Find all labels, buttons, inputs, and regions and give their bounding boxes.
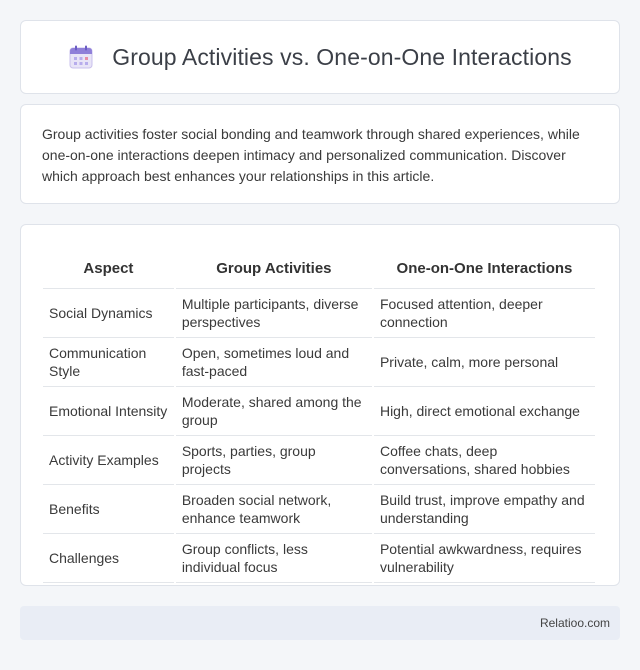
- calendar-icon: [69, 45, 93, 69]
- table-cell: High, direct emotional exchange: [373, 387, 595, 436]
- table-cell: Focused attention, deeper connection: [373, 289, 595, 338]
- table-cell: Build trust, improve empathy and underst…: [373, 485, 595, 534]
- table-cell: Activity Examples: [43, 436, 174, 485]
- table-cell: Coffee chats, deep conversations, shared…: [373, 436, 595, 485]
- table-cell: Moderate, shared among the group: [175, 387, 372, 436]
- table-row: Challenges Group conflicts, less individ…: [43, 534, 595, 583]
- table-row: Communication Style Open, sometimes loud…: [43, 338, 595, 387]
- table-cell: Benefits: [43, 485, 174, 534]
- table-cell: Private, calm, more personal: [373, 338, 595, 387]
- table-header-row: Aspect Group Activities One-on-One Inter…: [43, 245, 595, 289]
- header-card: Group Activities vs. One-on-One Interact…: [20, 20, 620, 94]
- column-header-one-on-one: One-on-One Interactions: [373, 245, 595, 289]
- table-cell: Broaden social network, enhance teamwork: [175, 485, 372, 534]
- page-title: Group Activities vs. One-on-One Interact…: [112, 43, 572, 70]
- footer-site-name[interactable]: Relatioo.com: [540, 616, 610, 630]
- table-cell: Potential awkwardness, requires vulnerab…: [373, 534, 595, 583]
- table-cell: Sports, parties, group projects: [175, 436, 372, 485]
- table-row: Benefits Broaden social network, enhance…: [43, 485, 595, 534]
- header: Group Activities vs. One-on-One Interact…: [68, 44, 572, 71]
- table-cell: Open, sometimes loud and fast-paced: [175, 338, 372, 387]
- comparison-table-card: Aspect Group Activities One-on-One Inter…: [20, 224, 620, 586]
- column-header-aspect: Aspect: [43, 245, 174, 289]
- intro-paragraph: Group activities foster social bonding a…: [42, 126, 580, 184]
- table-cell: Social Dynamics: [43, 289, 174, 338]
- table-row: Emotional Intensity Moderate, shared amo…: [43, 387, 595, 436]
- intro-card: Group activities foster social bonding a…: [20, 104, 620, 204]
- table-row: Activity Examples Sports, parties, group…: [43, 436, 595, 485]
- table-cell: Multiple participants, diverse perspecti…: [175, 289, 372, 338]
- column-header-group-activities: Group Activities: [175, 245, 372, 289]
- table-cell: Emotional Intensity: [43, 387, 174, 436]
- table-cell: Challenges: [43, 534, 174, 583]
- table-row: Social Dynamics Multiple participants, d…: [43, 289, 595, 338]
- table-cell: Group conflicts, less individual focus: [175, 534, 372, 583]
- footer: Relatioo.com: [20, 606, 620, 640]
- comparison-table: Aspect Group Activities One-on-One Inter…: [41, 245, 597, 583]
- table-cell: Communication Style: [43, 338, 174, 387]
